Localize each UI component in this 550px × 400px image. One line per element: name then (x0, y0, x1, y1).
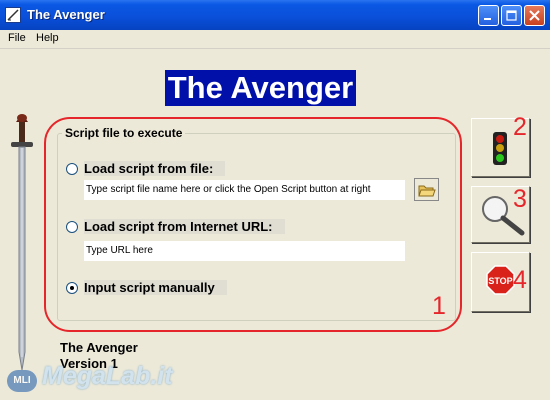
app-icon (5, 7, 21, 23)
annotation-3: 3 (513, 185, 527, 213)
menu-bar: File Help (0, 30, 550, 49)
title-bar[interactable]: The Avenger (0, 0, 550, 30)
annotation-4: 4 (513, 266, 527, 294)
annotation-oval (44, 117, 462, 332)
maximize-button[interactable] (501, 5, 522, 26)
annotation-2: 2 (513, 113, 527, 141)
sword-icon (11, 114, 33, 371)
menu-help[interactable]: Help (36, 32, 59, 44)
minimize-button[interactable] (478, 5, 499, 26)
stop-sign-label: STOP (488, 276, 512, 286)
menu-file[interactable]: File (8, 32, 26, 44)
watermark-text: MegaLab.it (42, 362, 173, 390)
annotation-1: 1 (432, 292, 446, 320)
app-banner: The Avenger (165, 70, 356, 106)
app-window: The Avenger File Help The Avenger Script… (0, 0, 550, 400)
window-title: The Avenger (27, 7, 105, 22)
app-name-label: The Avenger (60, 340, 138, 355)
close-button[interactable] (524, 5, 545, 26)
watermark-logo: MLI (7, 370, 37, 392)
